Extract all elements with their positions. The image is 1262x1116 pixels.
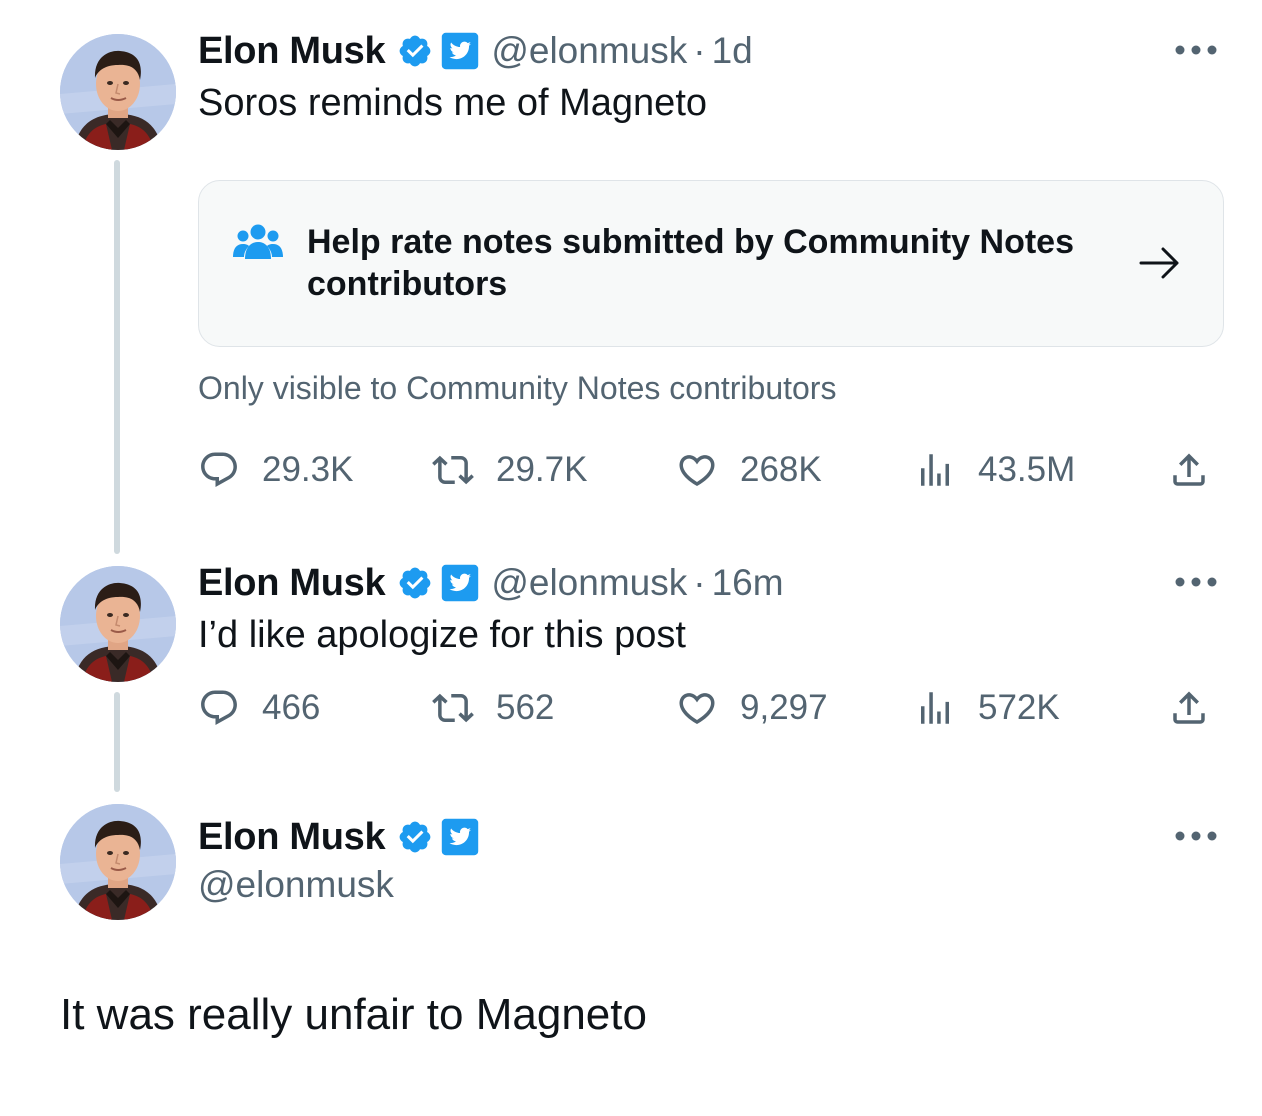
reply-count: 29.3K [262,450,354,489]
community-notes-prompt[interactable]: Help rate notes submitted by Community N… [307,221,1147,305]
tweet-header: Elon Musk @elonmusk · 16m [198,560,784,606]
reply-button[interactable]: 29.3K [198,445,353,495]
tweet-actions: 29.3K 29.7K 268K 43.5M [198,445,1228,495]
share-icon [1168,449,1210,491]
separator-dot: · [693,30,706,71]
separator-dot: · [693,562,706,603]
views-count: 43.5M [978,450,1076,489]
thread-connector-line [114,160,120,554]
tweet-header: Elon Musk [198,814,479,860]
community-notes-card[interactable]: Help rate notes submitted by Community N… [198,180,1224,347]
heart-icon [676,687,718,729]
more-options-icon[interactable] [1174,830,1218,842]
twitter-bird-badge-icon[interactable] [441,564,479,602]
community-notes-visibility: Only visible to Community Notes contribu… [198,370,837,406]
author-name[interactable]: Elon Musk [198,562,386,605]
reply-icon [198,449,240,491]
retweet-button[interactable]: 29.7K [432,445,587,495]
views-button[interactable]: 572K [914,683,1060,733]
twitter-bird-badge-icon[interactable] [441,818,479,856]
like-count: 9,297 [740,688,828,727]
verified-badge-icon[interactable] [397,33,433,69]
thread-connector-line [114,692,120,792]
share-button[interactable] [1168,683,1210,733]
tweet-timestamp[interactable]: 16m [712,562,784,604]
share-icon [1168,687,1210,729]
views-button[interactable]: 43.5M [914,445,1075,495]
tweet-text: It was really unfair to Magneto [60,990,647,1039]
avatar-photo [60,34,176,150]
verified-badge-icon[interactable] [397,819,433,855]
more-options-icon[interactable] [1174,44,1218,56]
retweet-count: 562 [496,688,555,727]
retweet-icon [432,449,474,491]
author-handle[interactable]: @elonmusk [198,864,394,906]
views-chart-icon [914,449,956,491]
tweet-actions: 466 562 9,297 572K [198,683,1228,733]
author-avatar[interactable] [60,34,176,150]
retweet-icon [432,687,474,729]
twitter-bird-badge-icon[interactable] [441,32,479,70]
like-button[interactable]: 9,297 [676,683,828,733]
share-button[interactable] [1168,445,1210,495]
views-count: 572K [978,688,1060,727]
author-handle[interactable]: @elonmusk [491,562,687,604]
author-avatar[interactable] [60,804,176,920]
heart-icon [676,449,718,491]
author-name[interactable]: Elon Musk [198,30,386,73]
reply-button[interactable]: 466 [198,683,320,733]
reply-icon [198,687,240,729]
avatar-photo [60,804,176,920]
retweet-count: 29.7K [496,450,588,489]
like-button[interactable]: 268K [676,445,822,495]
more-options-icon[interactable] [1174,576,1218,588]
community-people-icon [233,224,283,259]
author-avatar[interactable] [60,566,176,682]
like-count: 268K [740,450,822,489]
verified-badge-icon[interactable] [397,565,433,601]
tweet-timestamp[interactable]: 1d [712,30,753,72]
reply-count: 466 [262,688,321,727]
views-chart-icon [914,687,956,729]
retweet-button[interactable]: 562 [432,683,554,733]
avatar-photo [60,566,176,682]
author-name[interactable]: Elon Musk [198,816,386,859]
author-handle[interactable]: @elonmusk [491,30,687,72]
arrow-right-icon[interactable] [1139,245,1181,281]
tweet-header: Elon Musk @elonmusk · 1d [198,28,753,74]
tweet-text: I’d like apologize for this post [198,614,686,656]
tweet-text: Soros reminds me of Magneto [198,82,708,124]
